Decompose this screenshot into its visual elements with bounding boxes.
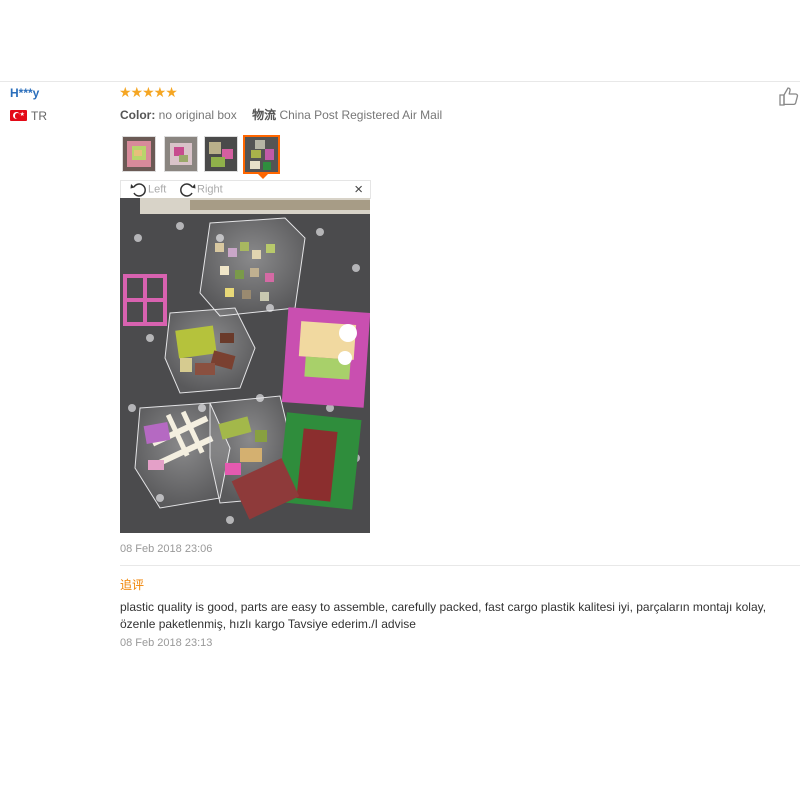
close-icon[interactable]: ×: [354, 181, 363, 199]
shipping-label: 物流: [252, 108, 277, 122]
rotate-left-icon: [130, 183, 146, 197]
top-divider: [0, 81, 800, 82]
reviewer-country: TR: [31, 109, 47, 123]
followup-text: plastic quality is good, parts are easy …: [120, 600, 767, 631]
photo-thumbnail[interactable]: [164, 136, 198, 172]
rotate-right-button[interactable]: Right: [179, 182, 223, 197]
photo-thumbnail[interactable]: [122, 136, 156, 172]
star-rating: ★★★★★: [119, 84, 178, 100]
rotate-right-label: Right: [197, 183, 223, 196]
reviewer-name[interactable]: H***y: [10, 86, 39, 100]
color-value: no original box: [158, 108, 237, 122]
turkey-flag-icon: ★: [10, 110, 27, 121]
thumbs-up-icon[interactable]: [778, 86, 800, 106]
photo-thumbnail[interactable]: [204, 136, 238, 172]
rotate-right-icon: [180, 183, 196, 197]
shipping-value: China Post Registered Air Mail: [279, 108, 443, 122]
followup-label: 追评: [120, 578, 145, 592]
review-photo: [120, 198, 370, 533]
rotate-left-label: Left: [148, 183, 167, 196]
rotate-left-button[interactable]: Left: [130, 182, 166, 197]
followup-date: 08 Feb 2018 23:13: [120, 637, 213, 649]
photo-thumbnail-active[interactable]: [243, 135, 280, 174]
color-label: Color:: [120, 108, 156, 122]
followup-divider: [120, 565, 800, 566]
review-attributes: Color: no original box 物流 China Post Reg…: [120, 106, 442, 123]
photo-viewer-toolbar: Left Right ×: [120, 180, 371, 199]
review-date: 08 Feb 2018 23:06: [120, 543, 213, 555]
active-thumbnail-caret: [257, 173, 269, 179]
